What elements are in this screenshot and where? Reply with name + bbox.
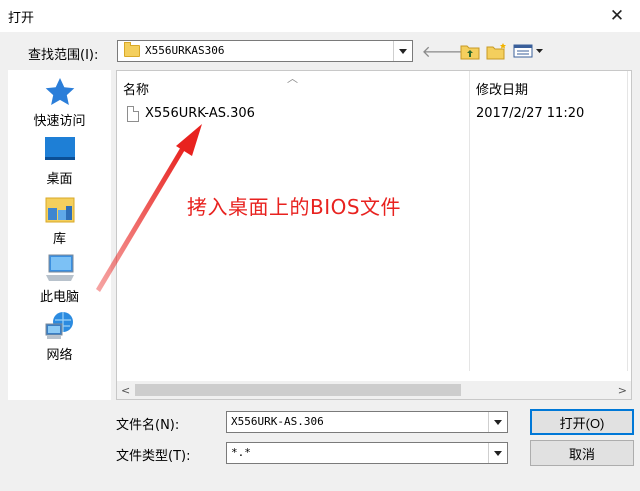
place-network[interactable]: 网络 [8,310,111,363]
place-label: 桌面 [46,172,73,187]
title-bar: 打开 ✕ [0,0,640,32]
place-label: 此电脑 [39,290,79,305]
scroll-thumb[interactable] [135,384,461,396]
filetype-select[interactable]: *.* [226,442,508,464]
view-menu-icon [513,44,543,58]
cancel-button[interactable]: 取消 [530,440,634,466]
filetype-dropdown-arrow[interactable] [488,443,507,463]
place-desktop[interactable]: 桌面 [8,134,111,187]
up-folder-button[interactable] [458,40,482,62]
place-this-pc[interactable]: 此电脑 [8,252,111,305]
place-label: 库 [52,232,66,247]
column-divider[interactable] [627,71,628,371]
desktop-icon [44,137,75,160]
close-button[interactable]: ✕ [594,0,640,32]
place-label: 快速访问 [33,114,86,129]
view-menu-button[interactable] [512,40,546,62]
filetype-label: 文件类型(T): [116,449,191,464]
column-header-date[interactable]: 修改日期 [476,79,528,98]
open-file-dialog: 打开 ✕ 查找范围(I): X556URKAS306 🡐 快速访问 桌面 库 此… [0,0,640,491]
filetype-value: *.* [231,446,251,459]
file-name: X556URK-AS.306 [145,106,255,121]
file-row[interactable]: X556URK-AS.306 2017/2/27 11:20 з [123,105,623,125]
filename-input[interactable]: X556URK-AS.306 [226,411,508,433]
computer-icon [45,254,74,281]
place-library[interactable]: 库 [8,194,111,247]
filename-value: X556URK-AS.306 [231,415,324,428]
library-icon [45,197,74,223]
open-button[interactable]: 打开(O) [530,409,634,435]
up-folder-icon [460,45,480,60]
horizontal-scrollbar[interactable]: < > [117,381,631,399]
folder-icon [124,42,140,57]
scroll-right-icon[interactable]: > [618,384,627,397]
lookin-combo[interactable]: X556URKAS306 [117,40,413,62]
places-bar: 快速访问 桌面 库 此电脑 网络 [8,70,111,400]
annotation-text: 拷入桌面上的BIOS文件 [187,195,402,219]
column-header-type[interactable]: з [631,79,632,94]
lookin-value: X556URKAS306 [145,44,225,57]
lookin-dropdown-arrow[interactable] [393,41,412,61]
lookin-label: 查找范围(I): [28,48,99,63]
sort-ascending-icon: ︿ [287,72,298,85]
filename-label: 文件名(N): [116,418,180,433]
new-folder-icon [486,43,506,60]
scroll-left-icon[interactable]: < [121,384,130,397]
star-icon [45,78,74,105]
filename-dropdown-arrow[interactable] [488,412,507,432]
file-list[interactable]: ︿ 名称 修改日期 з X556URK-AS.306 2017/2/27 11:… [116,70,632,400]
network-icon [45,312,73,339]
file-date: 2017/2/27 11:20 [476,106,585,121]
new-folder-button[interactable] [484,40,510,62]
back-button[interactable]: 🡐 [422,40,465,62]
column-header-name[interactable]: 名称 [123,79,149,98]
window-title: 打开 [8,11,35,26]
place-label: 网络 [46,348,73,363]
file-type: з [631,106,632,121]
place-quick-access[interactable]: 快速访问 [8,76,111,129]
file-icon [127,106,139,122]
